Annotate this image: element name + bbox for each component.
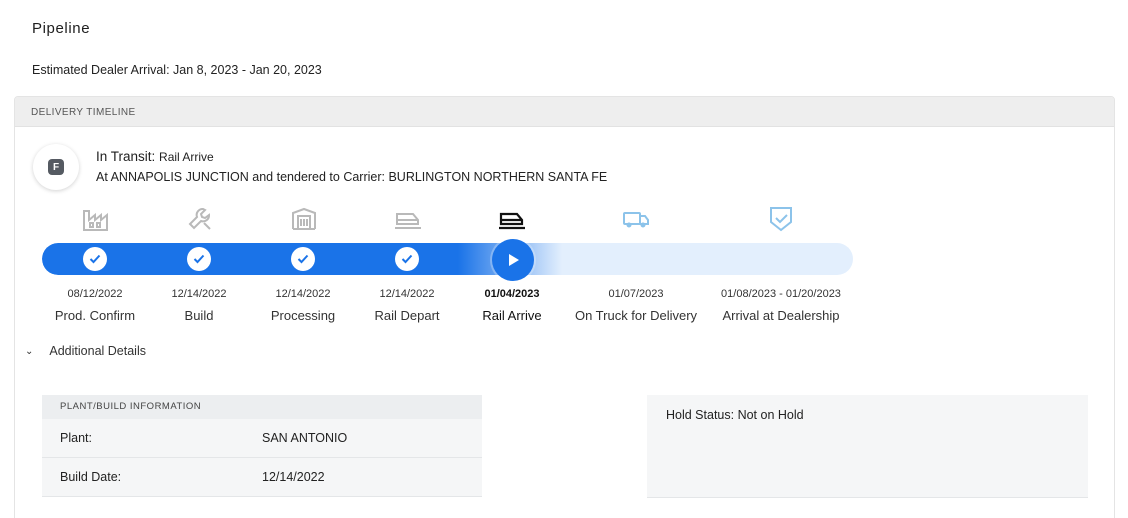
progress-track [42,243,853,275]
factory-icon [81,205,111,233]
stage-done-check [395,247,419,271]
additional-details-toggle[interactable]: ⌄ Additional Details [25,344,146,358]
plant-value: SAN ANTONIO [262,431,348,445]
stage-done-check [187,247,211,271]
chevron-down-icon: ⌄ [25,345,34,357]
build-date-row: Build Date: 12/14/2022 [42,458,482,497]
play-icon [509,254,519,266]
build-date-label: Build Date: [60,470,122,484]
delivery-timeline-panel: DELIVERY TIMELINE F In Transit: Rail Arr… [14,96,1115,518]
status-badge: F [33,144,79,190]
rail-car-icon-current [497,205,527,233]
build-date-value: 12/14/2022 [262,470,325,484]
plant-row: Plant: SAN ANTONIO [42,419,482,458]
page-title: Pipeline [32,20,91,37]
truck-icon [621,205,651,233]
rail-car-icon [393,205,423,233]
shield-check-icon [766,205,796,233]
stage-done-check [83,247,107,271]
hold-status: Hold Status: Not on Hold [666,408,804,422]
status-label: In Transit: [96,149,160,164]
current-stage-marker [492,239,534,281]
wrench-icon [185,205,215,233]
stage-name: On Truck for Delivery [574,308,698,323]
plant-build-card: PLANT/BUILD INFORMATION Plant: SAN ANTON… [42,395,482,497]
stage-name: Arrival at Dealership [722,308,840,323]
processing-icon [289,205,319,233]
plant-build-header: PLANT/BUILD INFORMATION [42,395,482,419]
estimated-arrival: Estimated Dealer Arrival: Jan 8, 2023 - … [32,63,322,77]
panel-header: DELIVERY TIMELINE [15,97,1114,127]
stage-date: 01/08/2023 - 01/20/2023 [721,288,841,300]
stage-done-check [291,247,315,271]
additional-details-label: Additional Details [49,344,146,358]
status-letter: F [48,159,64,175]
status-sub: Rail Arrive [159,150,214,164]
plant-label: Plant: [60,431,92,445]
status-location: At ANNAPOLIS JUNCTION and tendered to Ca… [96,170,608,184]
stage-date: 01/07/2023 [608,288,664,300]
hold-status-card: Hold Status: Not on Hold [647,395,1088,498]
status-title: In Transit: Rail Arrive [96,149,214,164]
